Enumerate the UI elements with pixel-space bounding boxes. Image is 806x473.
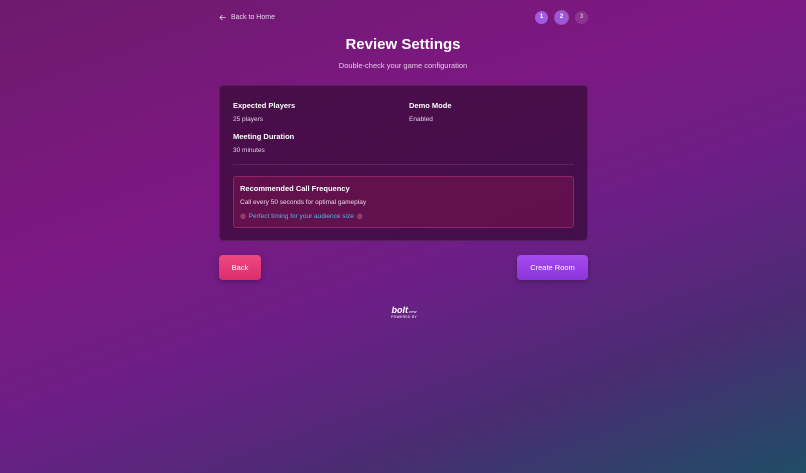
step-indicator: 1 2 3 [535, 10, 588, 24]
meeting-duration-value: 30 minutes [233, 147, 265, 154]
powered-by-caption: POWERED BY [391, 315, 417, 319]
expected-players-value: 25 players [233, 116, 263, 123]
target-icon: ◎ [240, 213, 246, 220]
expected-players-label: Expected Players [233, 101, 296, 110]
settings-summary-card: Expected Players 25 players Demo Mode En… [219, 85, 588, 241]
demo-mode-label: Demo Mode [409, 101, 452, 110]
target-icon: ◎ [356, 213, 363, 220]
back-button[interactable]: Back [219, 255, 261, 280]
top-bar: Back to Home 1 2 3 [219, 9, 588, 25]
bolt-badge[interactable]: bolt.new POWERED BY [388, 306, 420, 320]
recommendation-panel: Recommended Call Frequency Call every 50… [233, 176, 574, 228]
bolt-wordmark: bolt.new [391, 305, 417, 315]
arrow-left-icon [219, 14, 226, 20]
demo-mode-value: Enabled [409, 116, 433, 123]
recommendation-description: Call every 50 seconds for optimal gamepl… [240, 199, 367, 206]
recommendation-note-text: Perfect timing for your audience size [248, 212, 354, 220]
divider [233, 164, 574, 165]
meeting-duration-label: Meeting Duration [233, 132, 295, 141]
page-subtitle: Double-check your game configuration [338, 61, 468, 70]
step-2: 2 [555, 10, 568, 24]
step-3: 3 [575, 10, 588, 24]
back-to-home-label: Back to Home [231, 13, 275, 21]
recommendation-title: Recommended Call Frequency [240, 184, 350, 193]
recommendation-note: ◎ Perfect timing for your audience size … [240, 212, 363, 221]
create-room-button[interactable]: Create Room [517, 255, 588, 280]
back-to-home-link[interactable]: Back to Home [219, 14, 275, 21]
step-1: 1 [535, 10, 548, 24]
page-title: Review Settings [345, 36, 461, 53]
